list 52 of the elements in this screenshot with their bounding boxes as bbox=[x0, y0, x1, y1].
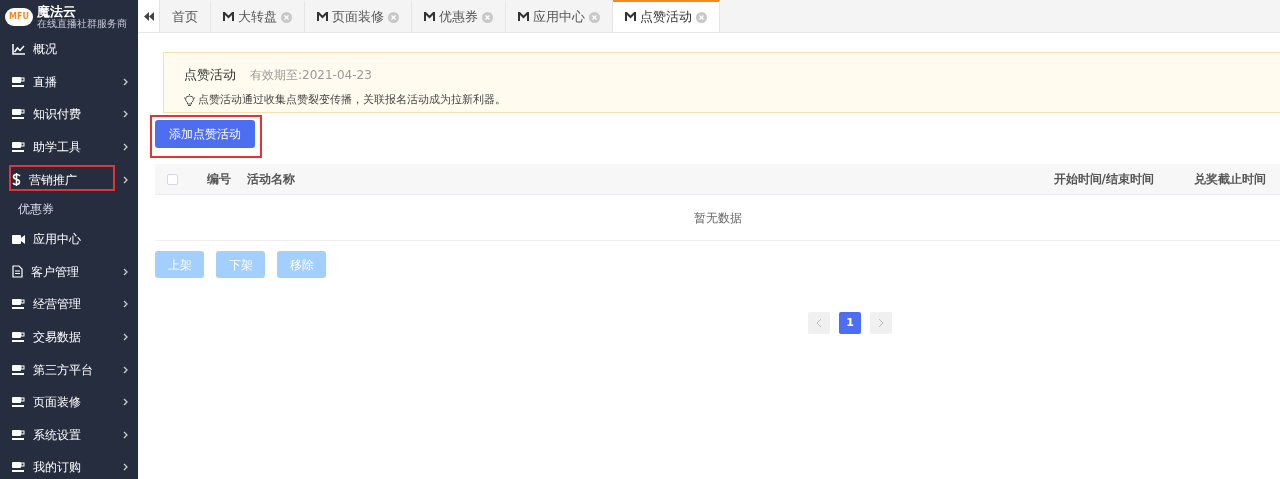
sidebar-item[interactable]: 客户管理 bbox=[0, 255, 138, 289]
logo-title: 魔法云 bbox=[36, 4, 76, 18]
close-icon[interactable] bbox=[281, 11, 292, 23]
dollar-icon bbox=[12, 173, 21, 187]
column-header: 开始时间/结束时间 bbox=[1053, 171, 1154, 188]
double-left-arrow-icon bbox=[143, 11, 154, 21]
sidebar-item[interactable]: 交易数据 bbox=[0, 320, 138, 354]
empty-message: 暂无数据 bbox=[155, 195, 1280, 241]
sidebar-item[interactable]: 直播 bbox=[0, 65, 138, 99]
logo-subtitle: 在线直播社群服务商 bbox=[36, 17, 127, 29]
sidebar-item[interactable]: 页面装修 bbox=[0, 385, 138, 419]
video-camera-icon bbox=[12, 234, 25, 244]
sidebar-item[interactable]: 优惠券 bbox=[0, 195, 138, 223]
sidebar-item[interactable]: 概况 bbox=[0, 33, 138, 66]
chevron-left-icon bbox=[816, 318, 822, 328]
cup-icon bbox=[12, 364, 25, 375]
cup-icon bbox=[12, 462, 25, 473]
select-all-checkbox[interactable] bbox=[167, 173, 178, 185]
sidebar-item[interactable]: 助学工具 bbox=[0, 130, 138, 164]
cup-icon bbox=[12, 109, 25, 120]
page-button[interactable]: 1 bbox=[839, 312, 861, 334]
cup-icon bbox=[12, 397, 25, 408]
close-icon[interactable] bbox=[696, 11, 707, 23]
lightbulb-icon bbox=[184, 93, 195, 106]
document-icon bbox=[12, 265, 23, 279]
add-button[interactable]: 添加点赞活动 bbox=[155, 120, 255, 148]
close-icon[interactable] bbox=[388, 11, 399, 23]
notice-title: 点赞活动 bbox=[184, 67, 236, 82]
sidebar-item[interactable]: 营销推广 bbox=[0, 163, 138, 196]
close-icon[interactable] bbox=[589, 11, 600, 23]
sidebar-item[interactable]: 经营管理 bbox=[0, 288, 138, 321]
column-header: 活动名称 bbox=[247, 171, 296, 188]
chart-icon bbox=[12, 43, 25, 55]
sidebar-item[interactable]: 应用中心 bbox=[0, 222, 138, 256]
sidebar-item[interactable]: 知识付费 bbox=[0, 98, 138, 131]
column-header: 编号 bbox=[207, 171, 231, 188]
tip-text: 点赞活动通过收集点赞裂变传播，关联报名活动成为拉新利器。 bbox=[198, 91, 506, 108]
close-icon[interactable] bbox=[482, 11, 493, 23]
collapse-button[interactable] bbox=[138, 0, 160, 32]
cup-icon bbox=[12, 142, 25, 153]
cup-icon bbox=[12, 299, 25, 310]
cup-icon bbox=[12, 332, 25, 343]
sidebar-item[interactable]: 系统设置 bbox=[0, 418, 138, 452]
column-header: 兑奖截止时间 bbox=[1194, 171, 1266, 188]
cup-icon bbox=[12, 429, 25, 440]
chevron-right-icon bbox=[878, 318, 884, 328]
sidebar-item[interactable]: 第三方平台 bbox=[0, 353, 138, 386]
logo-badge: MFU bbox=[5, 7, 33, 26]
validity-text: 有效期至:2021-04-23 bbox=[250, 68, 372, 82]
cup-icon bbox=[12, 76, 25, 87]
tab[interactable]: 点赞活动 bbox=[613, 0, 720, 32]
sidebar-item[interactable]: 我的订购 bbox=[0, 451, 138, 479]
